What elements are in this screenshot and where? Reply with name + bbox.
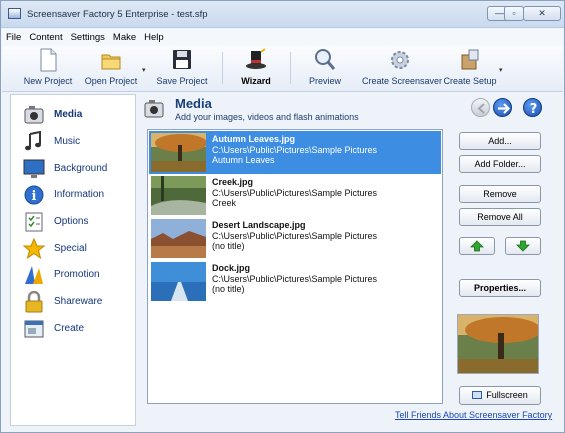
options-checklist-icon bbox=[23, 211, 45, 233]
media-list[interactable]: Autumn Leaves.jpg C:\Users\Public\Pictur… bbox=[147, 129, 443, 404]
thumbnail-creek bbox=[151, 176, 206, 215]
toolbar: New Project Open Project ▾ Save Project … bbox=[2, 46, 563, 92]
monitor-icon bbox=[23, 158, 45, 180]
sidebar: Media Music Background i Information Opt… bbox=[10, 94, 136, 426]
tell-friends-link[interactable]: Tell Friends About Screensaver Factory bbox=[395, 410, 552, 420]
toolbar-separator bbox=[222, 52, 223, 84]
list-item[interactable]: Creek.jpg C:\Users\Public\Pictures\Sampl… bbox=[149, 174, 441, 217]
create-setup-dropdown-arrow[interactable]: ▾ bbox=[499, 66, 503, 74]
menu-content[interactable]: Content bbox=[25, 29, 66, 43]
green-up-arrow-icon bbox=[470, 240, 484, 252]
new-project-button[interactable]: New Project bbox=[22, 48, 74, 90]
toolbar-separator bbox=[290, 52, 291, 84]
svg-text:i: i bbox=[32, 189, 37, 204]
preview-image bbox=[457, 314, 539, 374]
menu-help[interactable]: Help bbox=[140, 29, 168, 43]
sidebar-item-special[interactable]: Special bbox=[21, 237, 133, 261]
green-down-arrow-icon bbox=[516, 240, 530, 252]
fullscreen-icon bbox=[472, 391, 483, 399]
add-button[interactable]: Add... bbox=[459, 132, 541, 150]
close-button[interactable]: ✕ bbox=[523, 6, 561, 21]
sidebar-item-media[interactable]: Media bbox=[21, 103, 133, 127]
maximize-button[interactable]: ▫ bbox=[504, 6, 524, 21]
folder-icon bbox=[100, 48, 122, 72]
thumbnail-dock bbox=[151, 262, 206, 301]
move-up-button[interactable] bbox=[459, 237, 495, 255]
menu-make[interactable]: Make bbox=[109, 29, 140, 43]
list-item[interactable]: Autumn Leaves.jpg C:\Users\Public\Pictur… bbox=[149, 131, 441, 174]
thumbnail-autumn-leaves bbox=[151, 133, 206, 172]
promotion-icon bbox=[23, 264, 45, 286]
create-setup-button[interactable]: Create Setup bbox=[443, 48, 497, 90]
setup-box-icon bbox=[459, 48, 481, 72]
menu-file[interactable]: File bbox=[2, 29, 25, 43]
window-title: Screensaver Factory 5 Enterprise - test.… bbox=[27, 9, 208, 20]
music-notes-icon bbox=[23, 130, 45, 153]
wizard-button[interactable]: Wizard bbox=[236, 48, 276, 90]
magnifier-icon bbox=[314, 48, 336, 72]
preview-button[interactable]: Preview bbox=[305, 48, 345, 90]
app-window: Screensaver Factory 5 Enterprise - test.… bbox=[0, 0, 565, 433]
list-item[interactable]: Dock.jpg C:\Users\Public\Pictures\Sample… bbox=[149, 260, 441, 303]
open-project-dropdown-arrow[interactable]: ▾ bbox=[142, 66, 146, 74]
camera-icon bbox=[143, 98, 165, 120]
title-bar: Screensaver Factory 5 Enterprise - test.… bbox=[1, 1, 564, 28]
info-icon: i bbox=[23, 184, 45, 206]
page-subtitle: Add your images, videos and flash animat… bbox=[175, 112, 359, 122]
star-icon bbox=[22, 237, 46, 260]
move-down-button[interactable] bbox=[505, 237, 541, 255]
camera-icon bbox=[23, 104, 45, 126]
page-title: Media bbox=[175, 96, 212, 111]
forward-arrow-icon bbox=[498, 103, 511, 114]
list-item[interactable]: Desert Landscape.jpg C:\Users\Public\Pic… bbox=[149, 217, 441, 260]
help-button[interactable]: ? bbox=[523, 98, 542, 117]
sidebar-item-create[interactable]: Create bbox=[21, 317, 133, 341]
back-arrow-button[interactable] bbox=[471, 98, 490, 117]
sidebar-item-background[interactable]: Background bbox=[21, 157, 133, 181]
thumbnail-desert-landscape bbox=[151, 219, 206, 258]
open-project-button[interactable]: Open Project bbox=[82, 48, 140, 90]
sidebar-item-options[interactable]: Options bbox=[21, 210, 133, 234]
sidebar-item-promotion[interactable]: Promotion bbox=[21, 263, 133, 287]
fullscreen-button[interactable]: Fullscreen bbox=[459, 386, 541, 405]
padlock-icon bbox=[23, 290, 45, 313]
wizard-hat-icon bbox=[245, 48, 267, 72]
sidebar-item-music[interactable]: Music bbox=[21, 130, 133, 154]
sidebar-item-shareware[interactable]: Shareware bbox=[21, 290, 133, 314]
properties-button[interactable]: Properties... bbox=[459, 279, 541, 297]
add-folder-button[interactable]: Add Folder... bbox=[459, 155, 541, 173]
back-arrow-icon bbox=[477, 103, 485, 114]
create-window-icon bbox=[23, 318, 45, 340]
gear-icon bbox=[389, 48, 411, 72]
help-question-icon: ? bbox=[530, 102, 538, 117]
remove-button[interactable]: Remove bbox=[459, 185, 541, 203]
floppy-disk-icon bbox=[171, 48, 193, 72]
create-screensaver-button[interactable]: Create Screensaver bbox=[362, 48, 442, 90]
remove-all-button[interactable]: Remove All bbox=[459, 208, 541, 226]
menu-bar: File Content Settings Make Help bbox=[2, 29, 563, 46]
save-project-button[interactable]: Save Project bbox=[154, 48, 210, 90]
new-document-icon bbox=[37, 48, 59, 72]
forward-arrow-button[interactable] bbox=[493, 98, 512, 117]
svg-text:?: ? bbox=[530, 102, 538, 117]
media-panel: Media Add your images, videos and flash … bbox=[137, 94, 556, 426]
app-icon bbox=[8, 8, 21, 19]
sidebar-item-information[interactable]: i Information bbox=[21, 183, 133, 207]
menu-settings[interactable]: Settings bbox=[67, 29, 109, 43]
